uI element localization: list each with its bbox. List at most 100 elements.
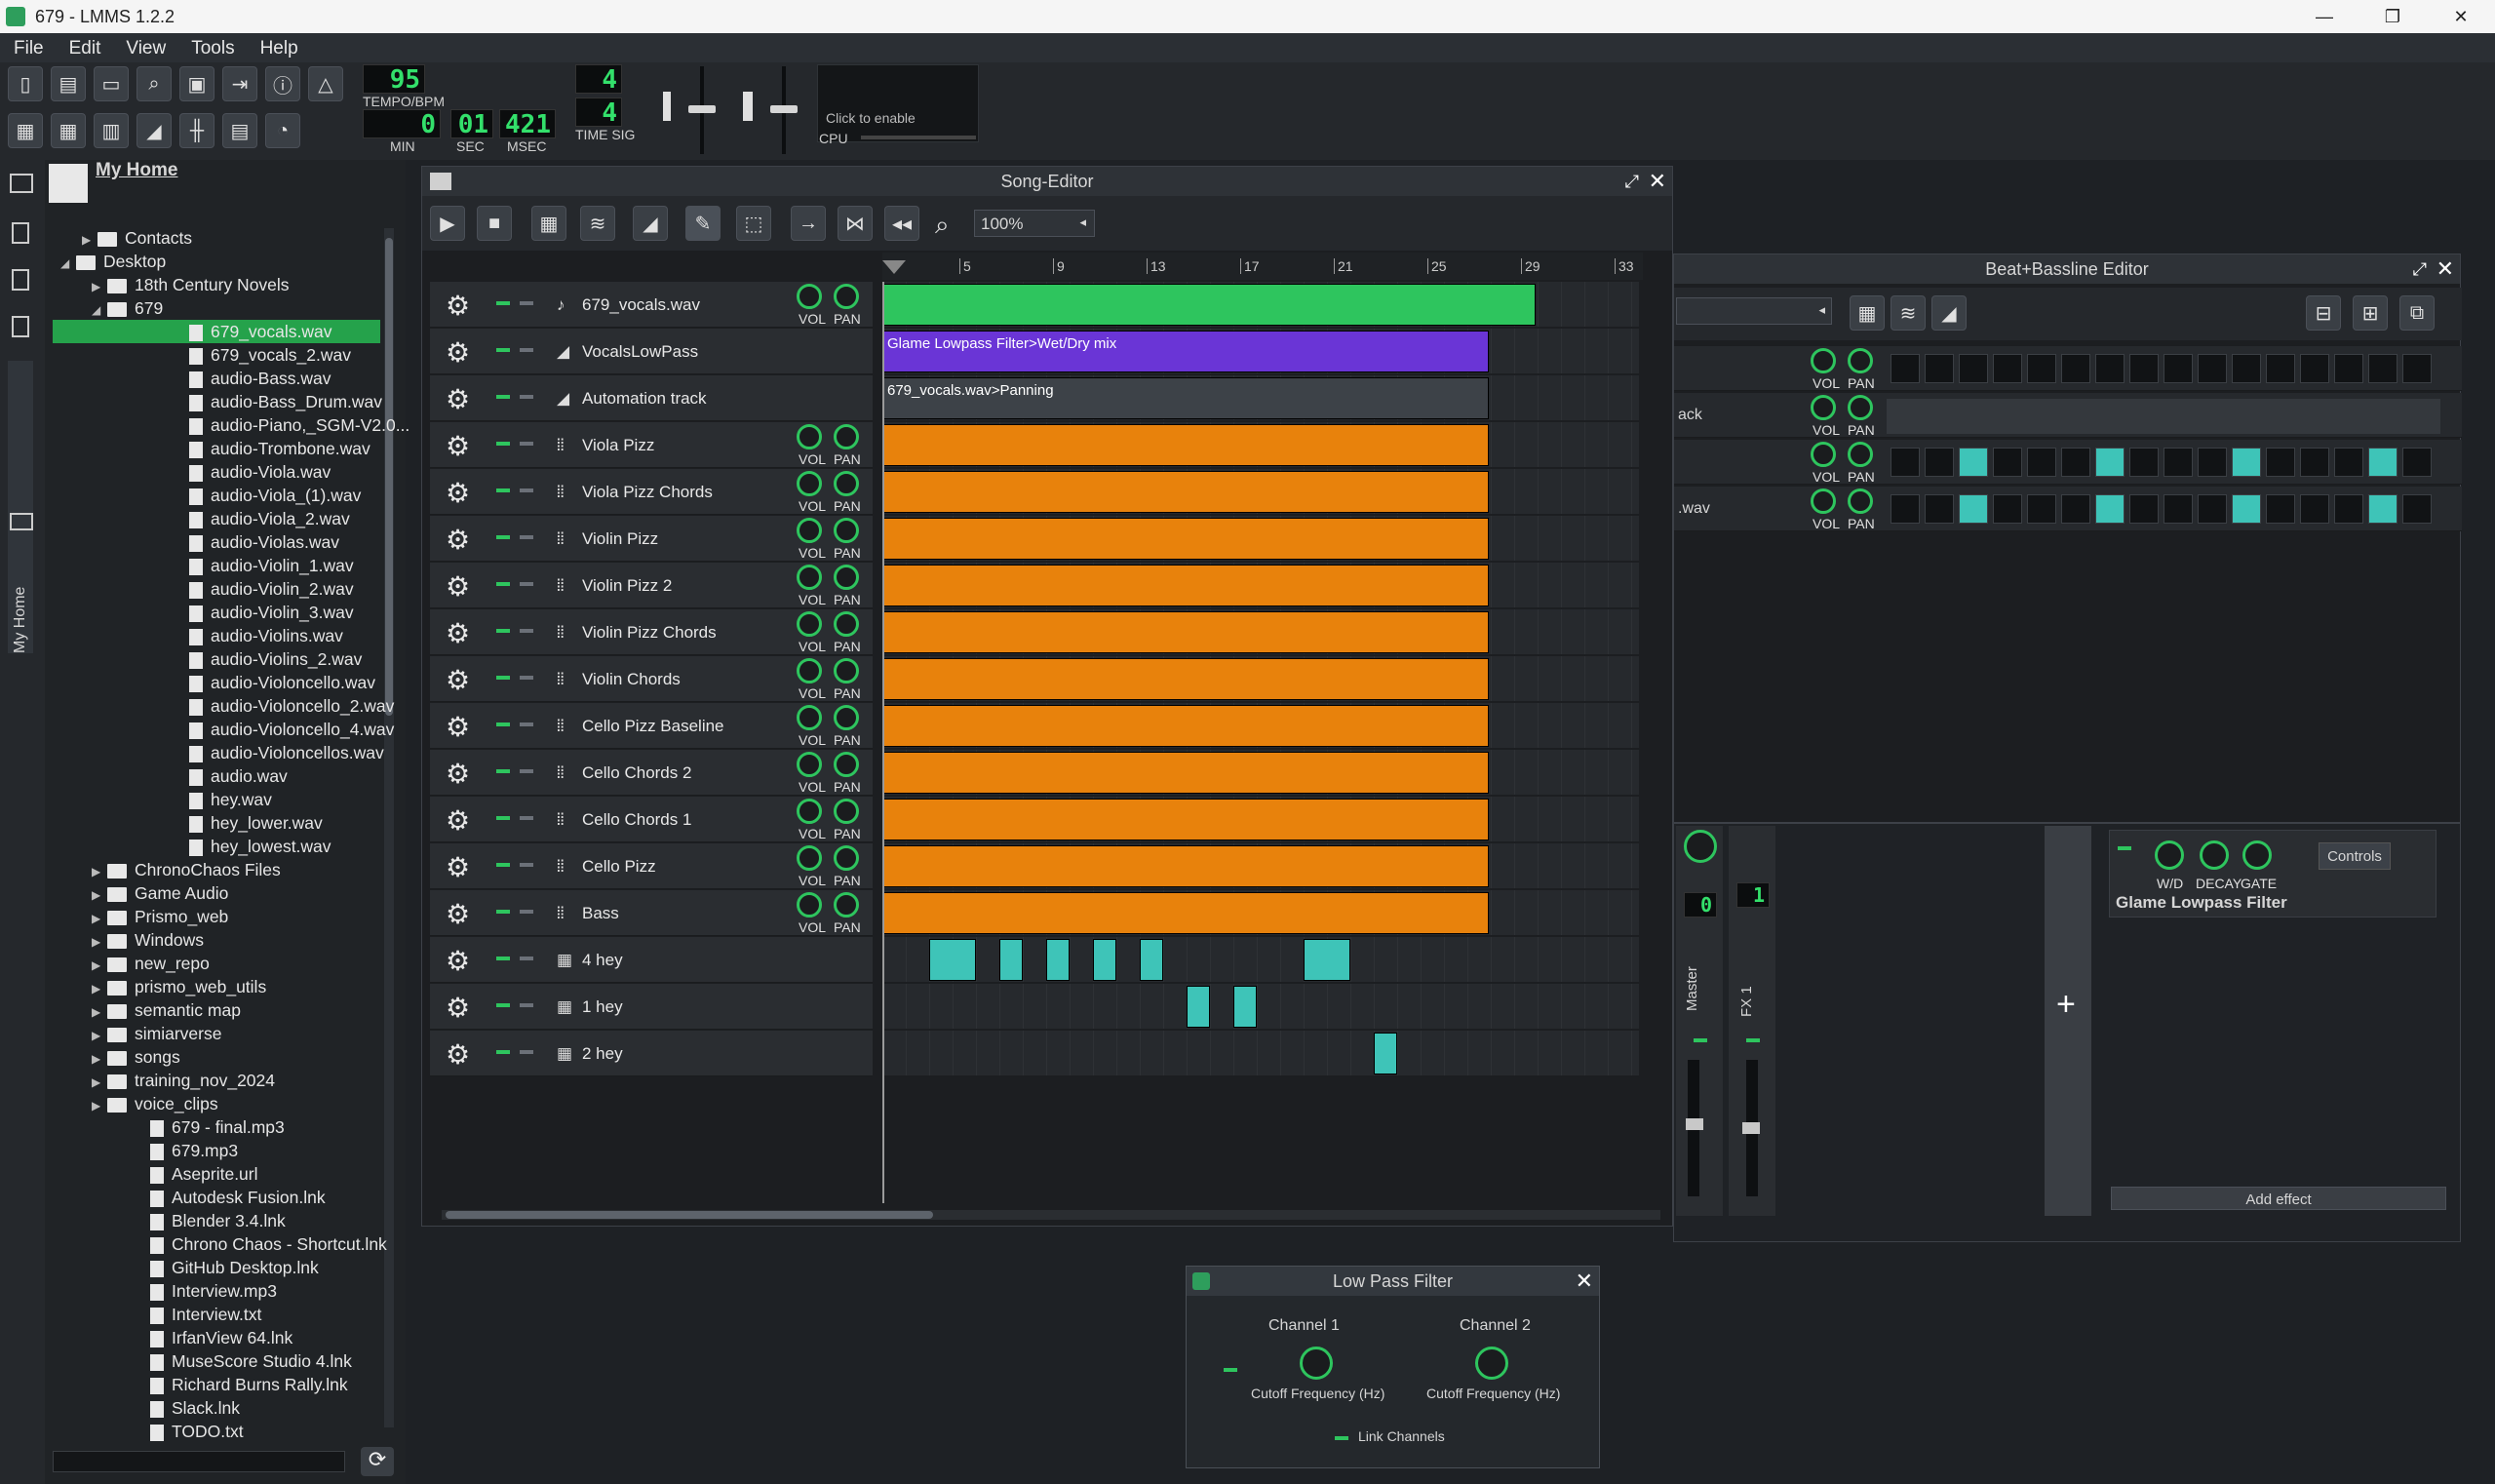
volume-knob[interactable] <box>797 518 822 543</box>
folder-item[interactable]: ▶ Contacts <box>53 226 380 250</box>
pattern-clip[interactable] <box>882 658 1489 700</box>
track-row[interactable]: ⚙ ⦙⦙ Viola Pizz VOL PAN <box>430 422 1639 469</box>
beat-clip[interactable] <box>999 939 1023 981</box>
file-item[interactable]: hey_lower.wav <box>53 811 380 835</box>
gear-icon[interactable]: ⚙ <box>446 758 470 790</box>
gear-icon[interactable]: ⚙ <box>446 524 470 556</box>
track-lane[interactable] <box>882 890 1639 936</box>
fx1-mute[interactable] <box>1746 1038 1760 1042</box>
file-item[interactable]: audio-Violin_2.wav <box>53 577 380 601</box>
step-button[interactable] <box>2027 354 2056 383</box>
add-sample-track-icon[interactable]: ≋ <box>580 206 615 241</box>
gear-icon[interactable]: ⚙ <box>446 711 470 743</box>
volume-knob[interactable] <box>797 752 822 777</box>
file-item[interactable]: audio-Violins.wav <box>53 624 380 647</box>
file-item[interactable]: audio-Trombone.wav <box>53 437 380 460</box>
stop-behaviour-icon[interactable]: ◂◂ <box>884 206 919 241</box>
gear-icon[interactable]: ⚙ <box>446 898 470 930</box>
volume-knob[interactable] <box>797 424 822 449</box>
pan-knob[interactable] <box>834 611 859 637</box>
file-item[interactable]: Aseprite.url <box>53 1162 380 1186</box>
folder-item[interactable]: ◢ 679 <box>53 296 380 320</box>
gear-icon[interactable]: ⚙ <box>446 336 470 369</box>
samples-tab-icon[interactable] <box>12 269 29 291</box>
track-lane[interactable] <box>882 1031 1639 1076</box>
projects-tab-icon[interactable] <box>12 222 29 244</box>
expanded-arrow-icon[interactable]: ◢ <box>60 252 76 275</box>
step-button[interactable] <box>2129 494 2159 524</box>
mute-led[interactable] <box>496 769 510 773</box>
track-name[interactable]: ♪ 679_vocals.wav <box>557 295 700 315</box>
zoom-select[interactable]: 100% ◂ <box>974 210 1095 237</box>
step-button[interactable] <box>2164 354 2193 383</box>
step-button[interactable] <box>2027 494 2056 524</box>
beat-clip[interactable] <box>1187 986 1210 1028</box>
volume-knob[interactable] <box>797 892 822 918</box>
track-row[interactable]: ⚙ ⦙⦙ Cello Chords 2 VOL PAN <box>430 750 1639 797</box>
bb-track-row[interactable]: VOL PAN <box>1674 440 2462 485</box>
track-lane[interactable] <box>882 843 1639 889</box>
file-item[interactable]: audio-Violoncello_2.wav <box>53 694 394 718</box>
folder-item[interactable]: ▶ new_repo <box>53 952 380 975</box>
gate-knob[interactable] <box>2242 840 2272 870</box>
pan-knob[interactable] <box>834 799 859 824</box>
step-button[interactable] <box>2232 494 2261 524</box>
master-fader-handle[interactable] <box>1686 1118 1703 1130</box>
gear-icon[interactable]: ⚙ <box>446 851 470 883</box>
file-item[interactable]: audio-Viola_(1).wav <box>53 484 380 507</box>
controls-button[interactable]: Controls <box>2319 842 2391 870</box>
mute-led[interactable] <box>496 535 510 539</box>
step-button[interactable] <box>2368 354 2398 383</box>
new-project-icon[interactable]: ▯ <box>8 66 43 101</box>
solo-led[interactable] <box>520 348 533 352</box>
step-button[interactable] <box>1891 494 1920 524</box>
collapsed-arrow-icon[interactable]: ▶ <box>92 930 107 954</box>
track-row[interactable]: ⚙ ◢ VocalsLowPass Glame Lowpass Filter>Wet/… <box>430 329 1639 375</box>
step-button[interactable] <box>2095 448 2125 477</box>
edit-mode-icon[interactable]: ⬚ <box>736 206 771 241</box>
send-knob[interactable] <box>1684 830 1717 863</box>
step-button[interactable] <box>2334 494 2363 524</box>
gear-icon[interactable]: ⚙ <box>446 477 470 509</box>
maximize-icon[interactable]: ⤢ <box>1625 167 1639 196</box>
step-button[interactable] <box>2129 354 2159 383</box>
presets-tab-icon[interactable] <box>12 316 29 337</box>
track-name[interactable]: ⦙⦙ Viola Pizz <box>557 436 654 455</box>
solo-led[interactable] <box>520 488 533 492</box>
step-button[interactable] <box>2266 494 2295 524</box>
pan-knob[interactable] <box>1848 488 1873 514</box>
folder-item[interactable]: ▶ songs <box>53 1045 380 1069</box>
track-row[interactable]: ⚙ ⦙⦙ Bass VOL PAN <box>430 890 1639 937</box>
file-item[interactable]: 679_vocals.wav <box>53 320 380 343</box>
track-lane[interactable] <box>882 984 1639 1030</box>
step-button[interactable] <box>2061 494 2090 524</box>
step-button[interactable] <box>2164 448 2193 477</box>
my-home-tab[interactable]: My Home <box>8 361 33 653</box>
step-button[interactable] <box>2334 448 2363 477</box>
step-button[interactable] <box>2402 448 2432 477</box>
browser-scroll-handle[interactable] <box>385 238 393 716</box>
new-from-template-icon[interactable]: ▤ <box>51 66 86 101</box>
close-button[interactable]: ✕ <box>2427 0 2495 33</box>
minimize-button[interactable]: — <box>2290 0 2359 33</box>
folder-item[interactable]: ▶ voice_clips <box>53 1092 380 1115</box>
volume-knob[interactable] <box>797 658 822 683</box>
track-name[interactable]: ⦙⦙ Violin Pizz Chords <box>557 623 717 643</box>
file-item[interactable]: audio-Violoncellos.wav <box>53 741 384 764</box>
solo-led[interactable] <box>520 863 533 867</box>
beat-clip[interactable] <box>929 939 976 981</box>
file-item[interactable]: audio-Violoncello_4.wav <box>53 718 394 741</box>
bb-track-row[interactable]: ack VOL PAN <box>1674 393 2462 438</box>
solo-led[interactable] <box>520 769 533 773</box>
file-item[interactable]: 679.mp3 <box>53 1139 380 1162</box>
file-item[interactable]: Autodesk Fusion.lnk <box>53 1186 380 1209</box>
file-item[interactable]: audio-Violin_1.wav <box>53 554 380 577</box>
add-effect-button[interactable]: Add effect <box>2111 1187 2446 1210</box>
link-channels-led[interactable] <box>1335 1436 1348 1440</box>
folder-item[interactable]: ▶ Game Audio <box>53 881 380 905</box>
sample-clip[interactable] <box>882 284 1536 326</box>
file-item[interactable]: audio-Piano,_SGM-V2.0... <box>53 413 409 437</box>
open-project-icon[interactable]: ▭ <box>94 66 129 101</box>
file-item[interactable]: audio-Violas.wav <box>53 530 380 554</box>
collapsed-arrow-icon[interactable]: ▶ <box>92 954 107 977</box>
